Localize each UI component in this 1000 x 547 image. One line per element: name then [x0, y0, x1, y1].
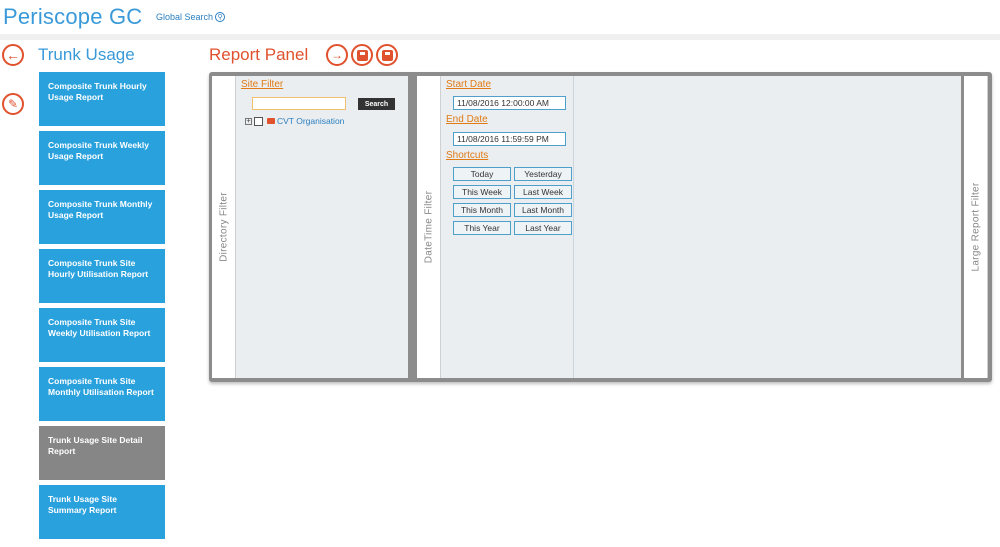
start-date-link[interactable]: Start Date [446, 79, 491, 90]
tab-directory-filter-label: Directory Filter [218, 192, 229, 262]
report-tile-label: Trunk Usage Site Summary Report [48, 494, 117, 515]
report-tile-label: Composite Trunk Site Weekly Utilisation … [48, 317, 151, 338]
arrow-right-icon: → [331, 48, 343, 62]
arrow-left-icon: ← [6, 47, 20, 63]
export-icon [381, 49, 393, 61]
tree-node-root: + CVT Organisation [245, 116, 344, 126]
expand-icon[interactable]: + [245, 117, 252, 125]
datetime-controls: Start Date 11/08/2016 12:00:00 AM End Da… [441, 76, 574, 378]
report-tile-composite-site-monthly[interactable]: Composite Trunk Site Monthly Utilisation… [39, 367, 165, 421]
site-filter-link[interactable]: Site Filter [241, 79, 283, 90]
report-tile-composite-site-weekly[interactable]: Composite Trunk Site Weekly Utilisation … [39, 308, 165, 362]
organisation-icon [267, 118, 275, 124]
report-tile-composite-trunk-weekly[interactable]: Composite Trunk Weekly Usage Report [39, 131, 165, 185]
shortcut-today-button[interactable]: Today [453, 167, 511, 181]
search-button[interactable]: Search [358, 98, 395, 110]
shortcut-grid: Today Yesterday This Week Last Week This… [453, 167, 573, 235]
report-tile-label: Composite Trunk Site Hourly Utilisation … [48, 258, 149, 279]
save-icon [356, 49, 368, 61]
report-tile-site-detail[interactable]: Trunk Usage Site Detail Report [39, 426, 165, 480]
tab-large-report-filter-label: Large Report Filter [970, 182, 981, 272]
shortcut-last-year-button[interactable]: Last Year [514, 221, 572, 235]
tab-directory-filter[interactable]: Directory Filter [212, 76, 236, 378]
back-button[interactable]: ← [2, 44, 24, 66]
shortcut-last-week-button[interactable]: Last Week [514, 185, 572, 199]
global-search-link[interactable]: Global Search ⚲ [156, 12, 226, 22]
start-date-field[interactable]: 11/08/2016 12:00:00 AM [453, 96, 566, 110]
report-tile-composite-trunk-monthly[interactable]: Composite Trunk Monthly Usage Report [39, 190, 165, 244]
site-search-input[interactable] [252, 97, 346, 110]
report-tile-label: Composite Trunk Site Monthly Utilisation… [48, 376, 154, 397]
shortcut-this-week-button[interactable]: This Week [453, 185, 511, 199]
pencil-icon: ✎ [7, 97, 19, 111]
tab-large-report-filter[interactable]: Large Report Filter [964, 76, 988, 378]
panel-title: Report Panel [209, 45, 309, 64]
report-tile-site-summary[interactable]: Trunk Usage Site Summary Report [39, 485, 165, 539]
run-report-button[interactable]: → [326, 44, 348, 66]
search-icon: ⚲ [215, 12, 226, 22]
directory-filter-pane: Site Filter Search + CVT Organisation [236, 76, 408, 378]
header-divider [0, 34, 1000, 40]
tree-checkbox[interactable] [254, 116, 263, 126]
report-panel: Directory Filter Site Filter Search + CV… [209, 72, 992, 382]
edit-button[interactable]: ✎ [2, 93, 24, 115]
report-tile-label: Composite Trunk Monthly Usage Report [48, 199, 153, 220]
datetime-filter-pane: Start Date 11/08/2016 12:00:00 AM End Da… [441, 76, 961, 378]
shortcut-yesterday-button[interactable]: Yesterday [514, 167, 572, 181]
report-list: Composite Trunk Hourly Usage Report Comp… [39, 72, 165, 544]
global-search-label: Global Search [156, 12, 214, 22]
report-tile-composite-trunk-hourly[interactable]: Composite Trunk Hourly Usage Report [39, 72, 165, 126]
shortcuts-link[interactable]: Shortcuts [446, 150, 488, 161]
report-tile-label: Trunk Usage Site Detail Report [48, 435, 143, 456]
app-root: Periscope GC Global Search ⚲ ← Trunk Usa… [0, 0, 1000, 547]
export-button[interactable] [376, 44, 398, 66]
shortcut-last-month-button[interactable]: Last Month [514, 203, 572, 217]
tab-datetime-filter[interactable]: DateTime Filter [417, 76, 441, 378]
save-button[interactable] [351, 44, 373, 66]
app-title: Periscope GC [3, 4, 143, 29]
header: Periscope GC Global Search ⚲ [0, 0, 1000, 34]
report-tile-label: Composite Trunk Weekly Usage Report [48, 140, 149, 161]
section-title: Trunk Usage [38, 45, 135, 64]
shortcut-this-year-button[interactable]: This Year [453, 221, 511, 235]
shortcut-this-month-button[interactable]: This Month [453, 203, 511, 217]
panel-actions: → [326, 44, 398, 66]
report-tile-label: Composite Trunk Hourly Usage Report [48, 81, 147, 102]
end-date-link[interactable]: End Date [446, 114, 488, 125]
report-tile-composite-site-hourly[interactable]: Composite Trunk Site Hourly Utilisation … [39, 249, 165, 303]
tree-node-label[interactable]: CVT Organisation [277, 116, 344, 126]
tab-datetime-filter-label: DateTime Filter [423, 190, 434, 264]
end-date-field[interactable]: 11/08/2016 11:59:59 PM [453, 132, 566, 146]
